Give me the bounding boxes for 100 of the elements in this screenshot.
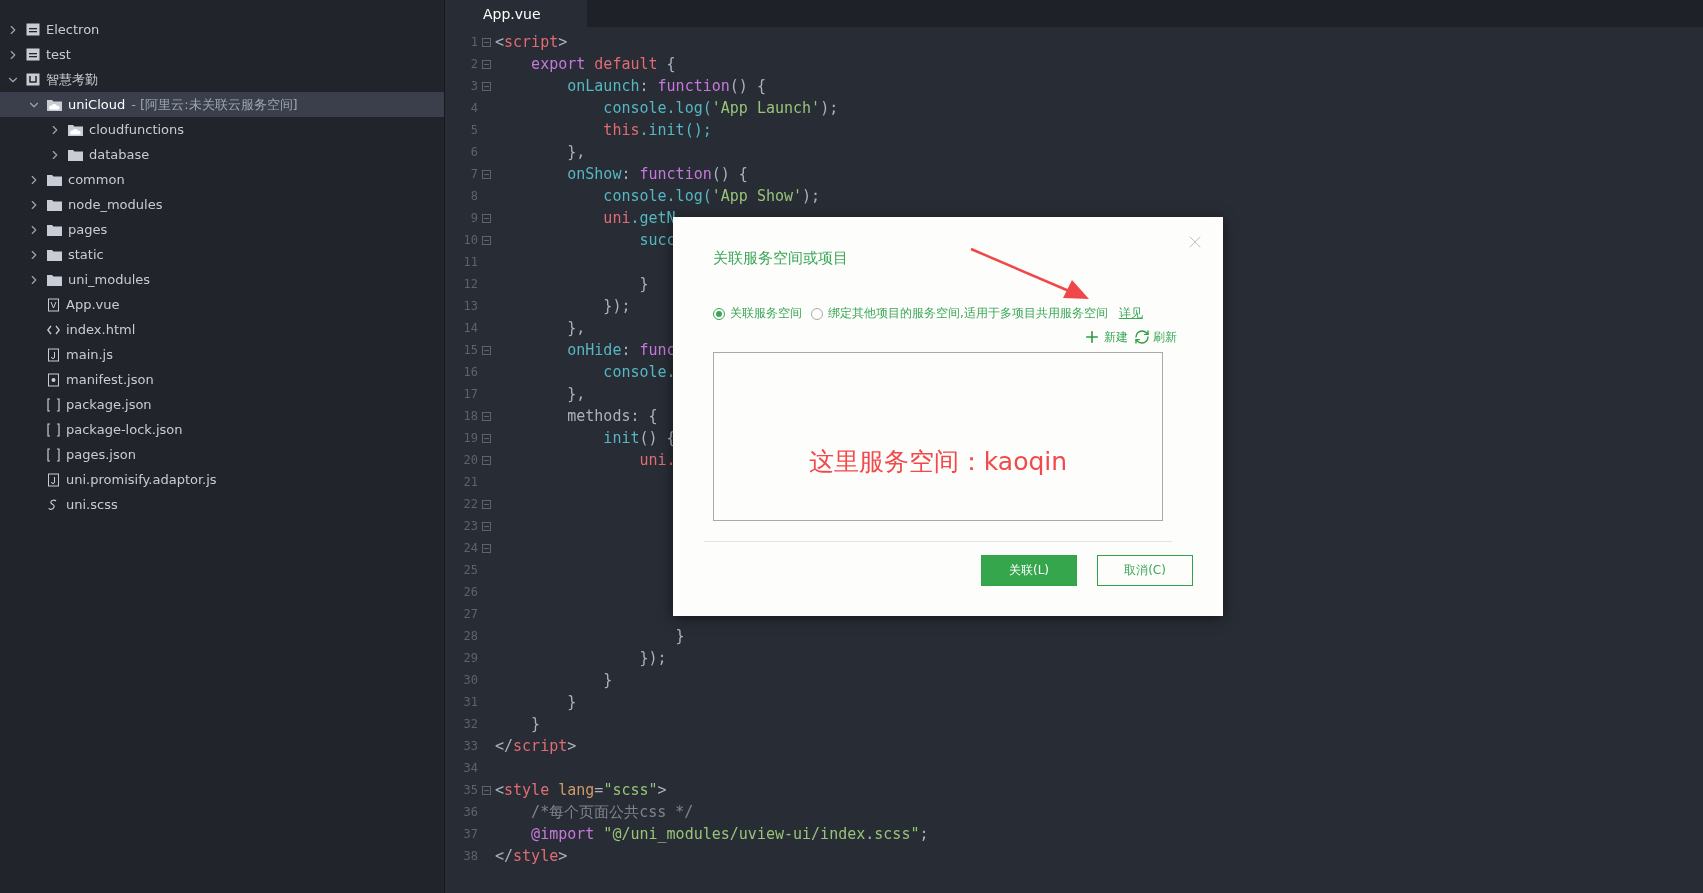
code-line: @import "@/uni_modules/uview-ui/index.scss"; [530, 825, 929, 843]
project-folder-icon [26, 48, 40, 61]
tree-row[interactable]: common [0, 167, 444, 192]
code-line: export default { [530, 55, 676, 73]
tree-row[interactable]: node_modules [0, 192, 444, 217]
tree-label: test [46, 47, 71, 62]
tree-label: static [68, 247, 104, 262]
js-file-icon [47, 347, 60, 362]
line-number: 8 [469, 189, 478, 203]
tree-row[interactable]: test [0, 42, 444, 67]
line-number: 24 [462, 541, 478, 555]
fold-icon[interactable] [482, 213, 491, 223]
fold-icon[interactable] [482, 37, 491, 47]
fold-icon[interactable] [482, 235, 491, 245]
line-number: 4 [469, 101, 478, 115]
folder-icon [47, 198, 62, 211]
line-number: 30 [462, 673, 478, 687]
tree-row[interactable]: main.js [0, 342, 444, 367]
code-line: } [638, 275, 649, 293]
tree-label: uni.promisify.adaptor.js [66, 472, 217, 487]
tree-row[interactable]: uniCloud - [阿里云:未关联云服务空间] [0, 92, 444, 117]
line-number: 13 [462, 299, 478, 313]
fold-icon[interactable] [482, 81, 491, 91]
tree-label: main.js [66, 347, 113, 362]
fold-icon[interactable] [482, 433, 491, 443]
brackets-icon [47, 447, 60, 462]
fold-icon[interactable] [482, 499, 491, 509]
tree-label: 智慧考勤 [46, 70, 98, 89]
tree-row[interactable]: index.html [0, 317, 444, 342]
code-line: onLaunch: function() { [566, 77, 766, 95]
tree-row[interactable]: database [0, 142, 444, 167]
tree-row[interactable]: uni_modules [0, 267, 444, 292]
fold-icon[interactable] [482, 455, 491, 465]
tree-label: Electron [46, 22, 100, 37]
code-line: this.init(); [602, 121, 712, 139]
fold-icon[interactable] [482, 411, 491, 421]
line-number: 15 [462, 343, 478, 357]
tree-label: pages [68, 222, 108, 237]
tree-label: cloudfunctions [89, 122, 185, 137]
tree-row[interactable]: App.vue [0, 292, 444, 317]
line-number: 33 [462, 739, 478, 753]
line-number: 38 [462, 849, 478, 863]
code-line: </script> [495, 737, 577, 755]
editor-tab[interactable]: App.vue [445, 0, 587, 27]
code-line: } [602, 671, 613, 689]
code-line: methods: { [566, 407, 658, 425]
folder-icon [47, 248, 62, 261]
tree-row[interactable]: cloudfunctions [0, 117, 444, 142]
code-line: <script> [495, 33, 568, 51]
project-folder-icon [26, 23, 40, 36]
code-line: onShow: function() { [566, 165, 748, 183]
code-line: /*每个页面公共css */ [530, 802, 694, 822]
code-line: <style lang="scss"> [495, 781, 667, 799]
tree-label: database [89, 147, 150, 162]
tree-label: manifest.json [66, 372, 154, 387]
tree-label: index.html [66, 322, 136, 337]
tree-label: App.vue [66, 297, 120, 312]
fold-icon[interactable] [482, 521, 491, 531]
brackets-icon [47, 397, 60, 412]
fold-icon[interactable] [482, 543, 491, 553]
line-number: 3 [469, 79, 478, 93]
tree-row[interactable]: static [0, 242, 444, 267]
tree-row[interactable]: uni.scss [0, 492, 444, 517]
tree-row[interactable]: uni.promisify.adaptor.js [0, 467, 444, 492]
line-number: 5 [469, 123, 478, 137]
code-line: } [674, 627, 685, 645]
tree-row[interactable]: pages [0, 217, 444, 242]
line-number: 31 [462, 695, 478, 709]
tree-label: pages.json [66, 447, 136, 462]
tree-row[interactable]: manifest.json [0, 367, 444, 392]
tree-row[interactable]: package-lock.json [0, 417, 444, 442]
folder-icon [68, 148, 83, 161]
tree-row[interactable]: pages.json [0, 442, 444, 467]
line-number: 16 [462, 365, 478, 379]
tree-row[interactable]: Electron [0, 17, 444, 42]
tree-label: uni.scss [66, 497, 118, 512]
tree-label: uniCloud [68, 97, 126, 112]
line-number: 36 [462, 805, 478, 819]
line-number: 18 [462, 409, 478, 423]
line-number: 6 [469, 145, 478, 159]
tree-label: uni_modules [68, 272, 151, 287]
tree-label: node_modules [68, 197, 163, 212]
folder-icon [47, 273, 62, 286]
line-number: 17 [462, 387, 478, 401]
line-number: 27 [462, 607, 478, 621]
fold-icon[interactable] [482, 345, 491, 355]
code-line: console. [602, 363, 676, 381]
code-line: console.log('App Show'); [602, 187, 821, 205]
line-number: 28 [462, 629, 478, 643]
tree-row[interactable]: package.json [0, 392, 444, 417]
line-number: 14 [462, 321, 478, 335]
code-line: }, [566, 319, 586, 337]
code-line: uni. [638, 451, 676, 469]
line-number: 2 [469, 57, 478, 71]
tree-row[interactable]: 智慧考勤 [0, 67, 444, 92]
fold-icon[interactable] [482, 169, 491, 179]
gear-file-icon [47, 372, 60, 387]
fold-icon[interactable] [482, 59, 491, 69]
line-number: 21 [462, 475, 478, 489]
fold-icon[interactable] [482, 785, 491, 795]
